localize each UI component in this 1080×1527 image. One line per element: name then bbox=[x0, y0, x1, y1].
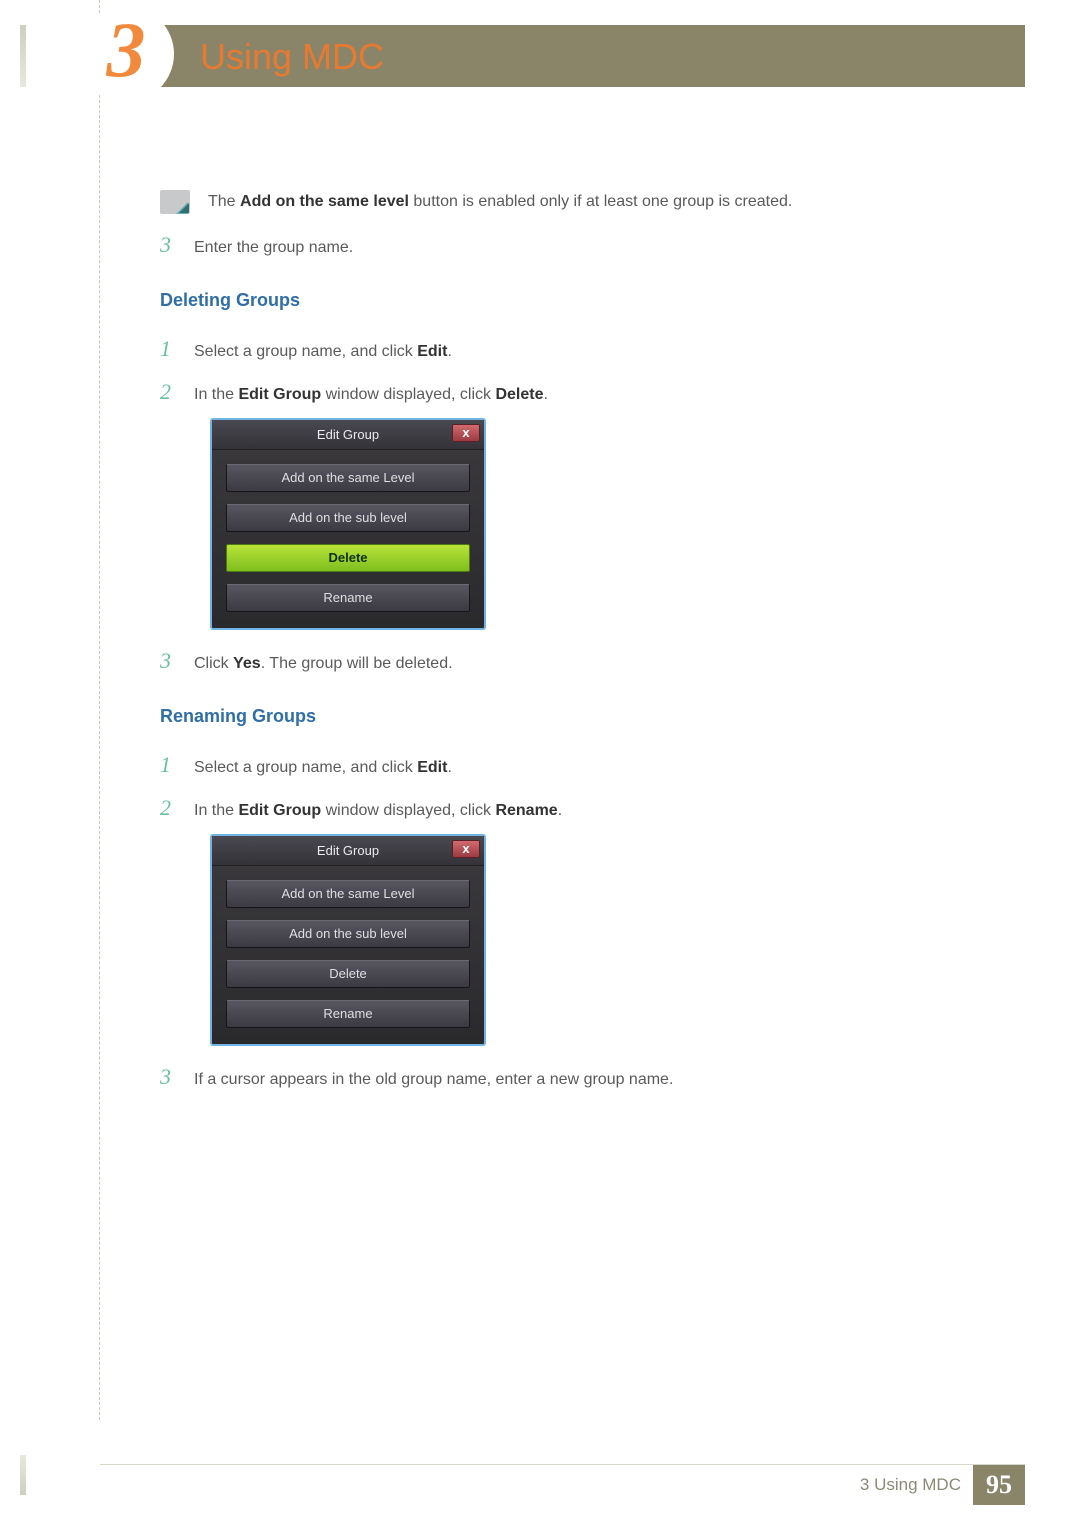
dialog-title: Edit Group bbox=[317, 425, 379, 445]
footer-text: 3 Using MDC bbox=[860, 1475, 961, 1495]
chapter-badge: 3 bbox=[82, 10, 170, 98]
step-number: 3 bbox=[160, 1060, 194, 1093]
step-text: In the Edit Group window displayed, clic… bbox=[194, 383, 930, 407]
page-content: The Add on the same level button is enab… bbox=[160, 190, 930, 1103]
edit-group-dialog: Edit Group x Add on the same Level Add o… bbox=[210, 834, 486, 1046]
step-number: 3 bbox=[160, 228, 194, 261]
dialog-title: Edit Group bbox=[317, 841, 379, 861]
note-row: The Add on the same level button is enab… bbox=[160, 190, 930, 214]
add-same-level-button[interactable]: Add on the same Level bbox=[226, 880, 470, 908]
left-stripe-bottom bbox=[20, 1455, 26, 1495]
step-number: 1 bbox=[160, 748, 194, 781]
edit-group-dialog: Edit Group x Add on the same Level Add o… bbox=[210, 418, 486, 630]
sec1-step2: 2 In the Edit Group window displayed, cl… bbox=[160, 375, 930, 408]
add-sub-level-button[interactable]: Add on the sub level bbox=[226, 920, 470, 948]
left-stripe-top bbox=[20, 25, 26, 87]
delete-button[interactable]: Delete bbox=[226, 960, 470, 988]
subheading-deleting: Deleting Groups bbox=[160, 287, 930, 314]
sec2-step3: 3 If a cursor appears in the old group n… bbox=[160, 1060, 930, 1093]
note-icon bbox=[160, 190, 190, 214]
dialog-titlebar: Edit Group x bbox=[212, 836, 484, 866]
step-number: 1 bbox=[160, 332, 194, 365]
close-icon[interactable]: x bbox=[452, 424, 480, 442]
step-text: Select a group name, and click Edit. bbox=[194, 340, 930, 364]
subheading-renaming: Renaming Groups bbox=[160, 703, 930, 730]
sec2-step2: 2 In the Edit Group window displayed, cl… bbox=[160, 791, 930, 824]
sec1-step1: 1 Select a group name, and click Edit. bbox=[160, 332, 930, 365]
sec1-step3: 3 Click Yes. The group will be deleted. bbox=[160, 644, 930, 677]
step-text: If a cursor appears in the old group nam… bbox=[194, 1068, 930, 1092]
chapter-title: Using MDC bbox=[200, 36, 384, 78]
note-text: The Add on the same level button is enab… bbox=[208, 190, 930, 214]
step-number: 3 bbox=[160, 644, 194, 677]
dialog-delete-screenshot: Edit Group x Add on the same Level Add o… bbox=[210, 418, 930, 630]
chapter-number: 3 bbox=[107, 5, 146, 95]
step-number: 2 bbox=[160, 375, 194, 408]
step-text: Enter the group name. bbox=[194, 236, 930, 260]
step-text: Click Yes. The group will be deleted. bbox=[194, 652, 930, 676]
dialog-titlebar: Edit Group x bbox=[212, 420, 484, 450]
close-icon[interactable]: x bbox=[452, 840, 480, 858]
dialog-rename-screenshot: Edit Group x Add on the same Level Add o… bbox=[210, 834, 930, 1046]
dialog-body: Add on the same Level Add on the sub lev… bbox=[212, 866, 484, 1044]
page-number: 95 bbox=[973, 1465, 1025, 1505]
delete-button[interactable]: Delete bbox=[226, 544, 470, 572]
step-number: 2 bbox=[160, 791, 194, 824]
sec2-step1: 1 Select a group name, and click Edit. bbox=[160, 748, 930, 781]
add-same-level-button[interactable]: Add on the same Level bbox=[226, 464, 470, 492]
add-sub-level-button[interactable]: Add on the sub level bbox=[226, 504, 470, 532]
step-text: In the Edit Group window displayed, clic… bbox=[194, 799, 930, 823]
rename-button[interactable]: Rename bbox=[226, 1000, 470, 1028]
step-text: Select a group name, and click Edit. bbox=[194, 756, 930, 780]
left-margin-dashed bbox=[40, 0, 100, 1420]
rename-button[interactable]: Rename bbox=[226, 584, 470, 612]
footer: 3 Using MDC 95 bbox=[860, 1465, 1025, 1505]
dialog-body: Add on the same Level Add on the sub lev… bbox=[212, 450, 484, 628]
step-enter-name: 3 Enter the group name. bbox=[160, 228, 930, 261]
